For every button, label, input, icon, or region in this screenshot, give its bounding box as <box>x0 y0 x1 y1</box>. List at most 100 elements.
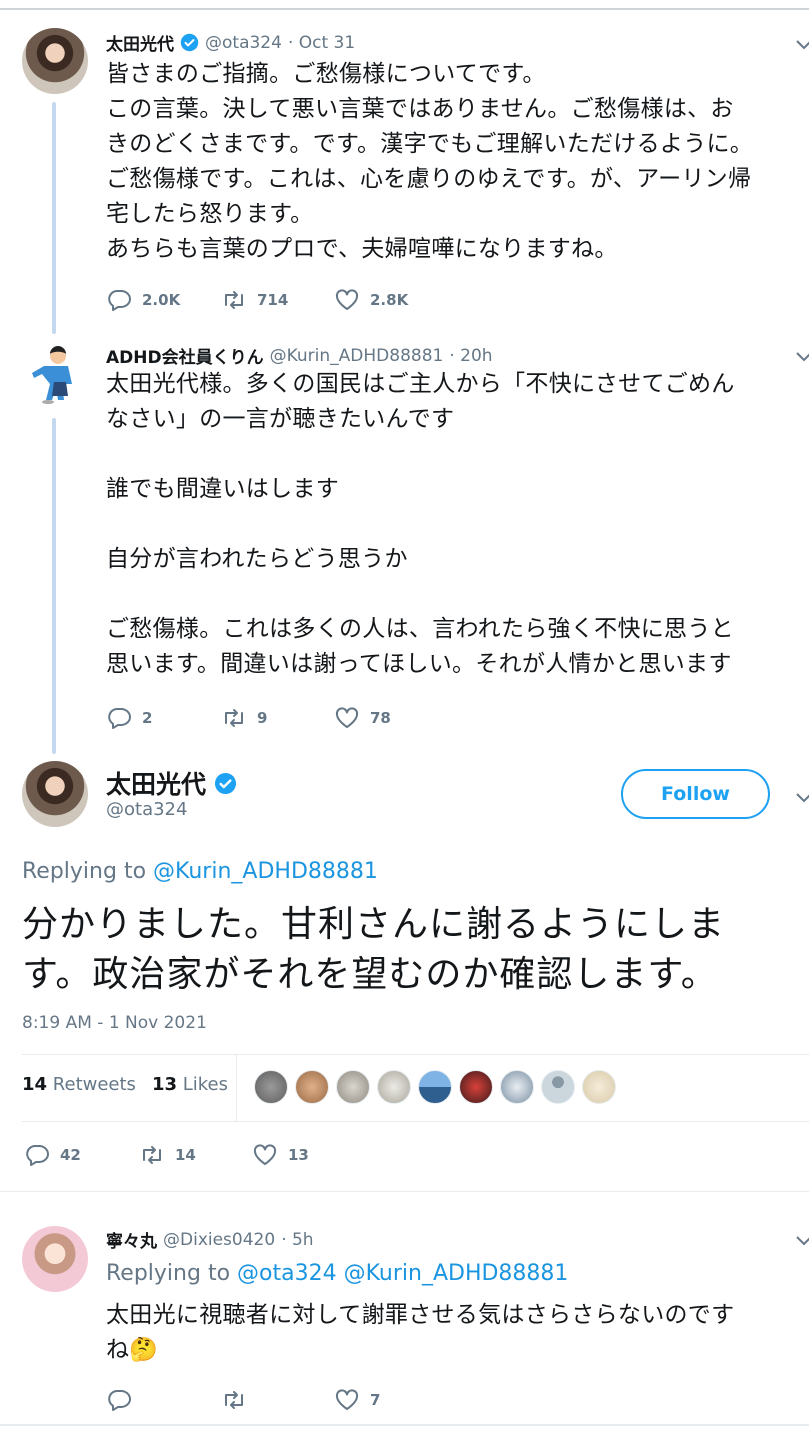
liker-avatar[interactable] <box>377 1070 411 1104</box>
author-handle[interactable]: @ota324 <box>106 799 187 820</box>
liker-avatar[interactable] <box>459 1070 493 1104</box>
reply-icon <box>106 289 132 311</box>
reply-icon <box>106 1389 132 1411</box>
liker-avatar[interactable] <box>500 1070 534 1104</box>
likes-stat[interactable]: 13 Likes <box>152 1074 228 1095</box>
like-button[interactable]: 2.8K <box>334 289 408 311</box>
tweet-text-line: 分かりました。甘利さんに謝るようにしま <box>22 904 726 945</box>
like-count: 78 <box>370 709 391 727</box>
replying-prefix: Replying to <box>106 1261 231 1286</box>
retweet-button[interactable] <box>221 1389 334 1411</box>
like-total: 13 <box>151 1074 177 1095</box>
avatar[interactable] <box>22 342 88 408</box>
author-name[interactable]: 太田光代 <box>106 765 206 801</box>
like-button[interactable]: 13 <box>252 1144 309 1166</box>
tweet-header: 太田光代 @ota324 · Oct 31 <box>106 30 355 56</box>
author-name[interactable]: ADHD会社員くりん <box>106 343 264 368</box>
thread-line <box>52 418 56 754</box>
tweet-text: 太田光に視聴者に対して謝罪させる気はさらさらないのです ね🤔 <box>106 1298 734 1368</box>
tweet-actions: 42 14 13 <box>24 1144 309 1166</box>
reply-icon <box>24 1144 50 1166</box>
liker-avatars <box>254 1070 623 1104</box>
tweet-text-line: あちらも言葉のプロで、夫婦喧嘩になりますね。 <box>106 236 618 262</box>
replying-to: Replying to @ota324 @Kurin_ADHD88881 <box>106 1261 568 1286</box>
tweet-text-line: なさい」の一言が聴きたいんです <box>106 406 455 432</box>
like-count: 7 <box>370 1391 381 1409</box>
retweets-stat[interactable]: 14 Retweets <box>22 1074 136 1095</box>
tweet-time[interactable]: · 20h <box>449 346 492 366</box>
mention-link[interactable]: @ota324 @Kurin_ADHD88881 <box>237 1261 568 1286</box>
tweet-actions: 7 <box>106 1389 380 1411</box>
author-handle[interactable]: @Kurin_ADHD88881 <box>270 346 444 366</box>
tweet-text-line: 太田光に視聴者に対して謝罪させる気はさらさらないのです <box>106 1302 735 1328</box>
bottom-divider <box>0 1424 809 1426</box>
liker-avatar[interactable] <box>582 1070 616 1104</box>
thread-line <box>52 102 56 334</box>
like-count: 2.8K <box>370 291 409 309</box>
avatar[interactable] <box>22 28 88 94</box>
like-count: 13 <box>288 1146 309 1164</box>
tweet-time[interactable]: · 5h <box>281 1230 313 1250</box>
retweet-total: 14 <box>22 1074 48 1095</box>
tweet-text-line: ね🤔 <box>106 1337 159 1363</box>
reply-button[interactable]: 42 <box>24 1144 139 1166</box>
tweet-text: 皆さまのご指摘。ご愁傷様についてです。 この言葉。決して悪い言葉ではありません。… <box>106 57 753 267</box>
likes-label: Likes <box>182 1074 228 1095</box>
retweet-icon <box>221 707 247 729</box>
author-handle[interactable]: @ota324 <box>205 33 282 53</box>
tweet-text-line <box>106 577 735 612</box>
avatar-illustration <box>32 346 72 404</box>
author-name[interactable]: 寧々丸 <box>106 1227 157 1252</box>
tweet-text-line: す。政治家がそれを望むのか確認します。 <box>22 954 718 995</box>
follow-button[interactable]: Follow <box>621 769 770 819</box>
liker-avatar[interactable] <box>418 1070 452 1104</box>
tweet-text: 分かりました。甘利さんに謝るようにしま す。政治家がそれを望むのか確認します。 <box>22 900 725 1000</box>
chevron-down-icon[interactable] <box>794 1234 809 1248</box>
divider <box>22 1054 809 1055</box>
verified-badge-icon <box>214 772 237 795</box>
top-divider <box>0 8 809 10</box>
reply-count: 42 <box>60 1146 81 1164</box>
tweet-timestamp[interactable]: 8:19 AM - 1 Nov 2021 <box>22 1013 207 1033</box>
reply-button[interactable]: 2 <box>106 707 221 729</box>
replying-to: Replying to @Kurin_ADHD88881 <box>22 859 378 884</box>
retweet-button[interactable]: 14 <box>139 1144 252 1166</box>
liker-avatar[interactable] <box>336 1070 370 1104</box>
tweet-text-line: きのどくさまです。です。漢字でもご理解いただけるように。 <box>106 131 754 157</box>
tweet-header: ADHD会社員くりん @Kurin_ADHD88881 · 20h <box>106 343 493 369</box>
retweet-icon <box>221 1389 247 1411</box>
tweet-text-line <box>106 507 735 542</box>
retweet-count: 714 <box>257 291 289 309</box>
author-handle[interactable]: @Dixies0420 <box>163 1230 275 1250</box>
chevron-down-icon[interactable] <box>794 38 809 52</box>
retweet-button[interactable]: 9 <box>221 707 334 729</box>
avatar[interactable] <box>22 761 88 827</box>
tweet-time[interactable]: · Oct 31 <box>288 33 355 53</box>
liker-avatar[interactable] <box>295 1070 329 1104</box>
tweet-header: 寧々丸 @Dixies0420 · 5h <box>106 1227 314 1253</box>
divider <box>22 1121 809 1122</box>
author-name[interactable]: 太田光代 <box>106 30 174 55</box>
like-button[interactable]: 78 <box>334 707 391 729</box>
like-button[interactable]: 7 <box>334 1389 380 1411</box>
tweet-text-line: 思います。間違いは謝ってほしい。それが人情かと思います <box>106 651 732 677</box>
tweet-text-line: 太田光代様。多くの国民はご主人から「不快にさせてごめん <box>106 371 735 397</box>
reply-button[interactable] <box>106 1389 221 1411</box>
heart-icon <box>252 1144 278 1166</box>
tweet-text-line: ご愁傷様。これは多くの人は、言われたら強く不快に思うと <box>106 616 734 642</box>
liker-avatar[interactable] <box>254 1070 288 1104</box>
retweets-label: Retweets <box>52 1074 136 1095</box>
chevron-down-icon[interactable] <box>794 350 809 364</box>
chevron-down-icon[interactable] <box>794 791 809 805</box>
heart-icon <box>334 289 360 311</box>
reply-count: 2 <box>142 709 153 727</box>
mention-link[interactable]: @Kurin_ADHD88881 <box>153 859 378 884</box>
liker-avatar[interactable] <box>541 1070 575 1104</box>
avatar[interactable] <box>22 1226 88 1292</box>
verified-badge-icon <box>180 33 199 52</box>
tweet-text-line: この言葉。決して悪い言葉ではありません。ご愁傷様は、お <box>106 96 734 122</box>
tweet-text-line: ご愁傷様です。これは、心を慮りのゆえです。が、アーリン帰 <box>106 166 752 192</box>
reply-button[interactable]: 2.0K <box>106 289 221 311</box>
retweet-button[interactable]: 714 <box>221 289 334 311</box>
author-name-row: 太田光代 <box>106 765 237 801</box>
